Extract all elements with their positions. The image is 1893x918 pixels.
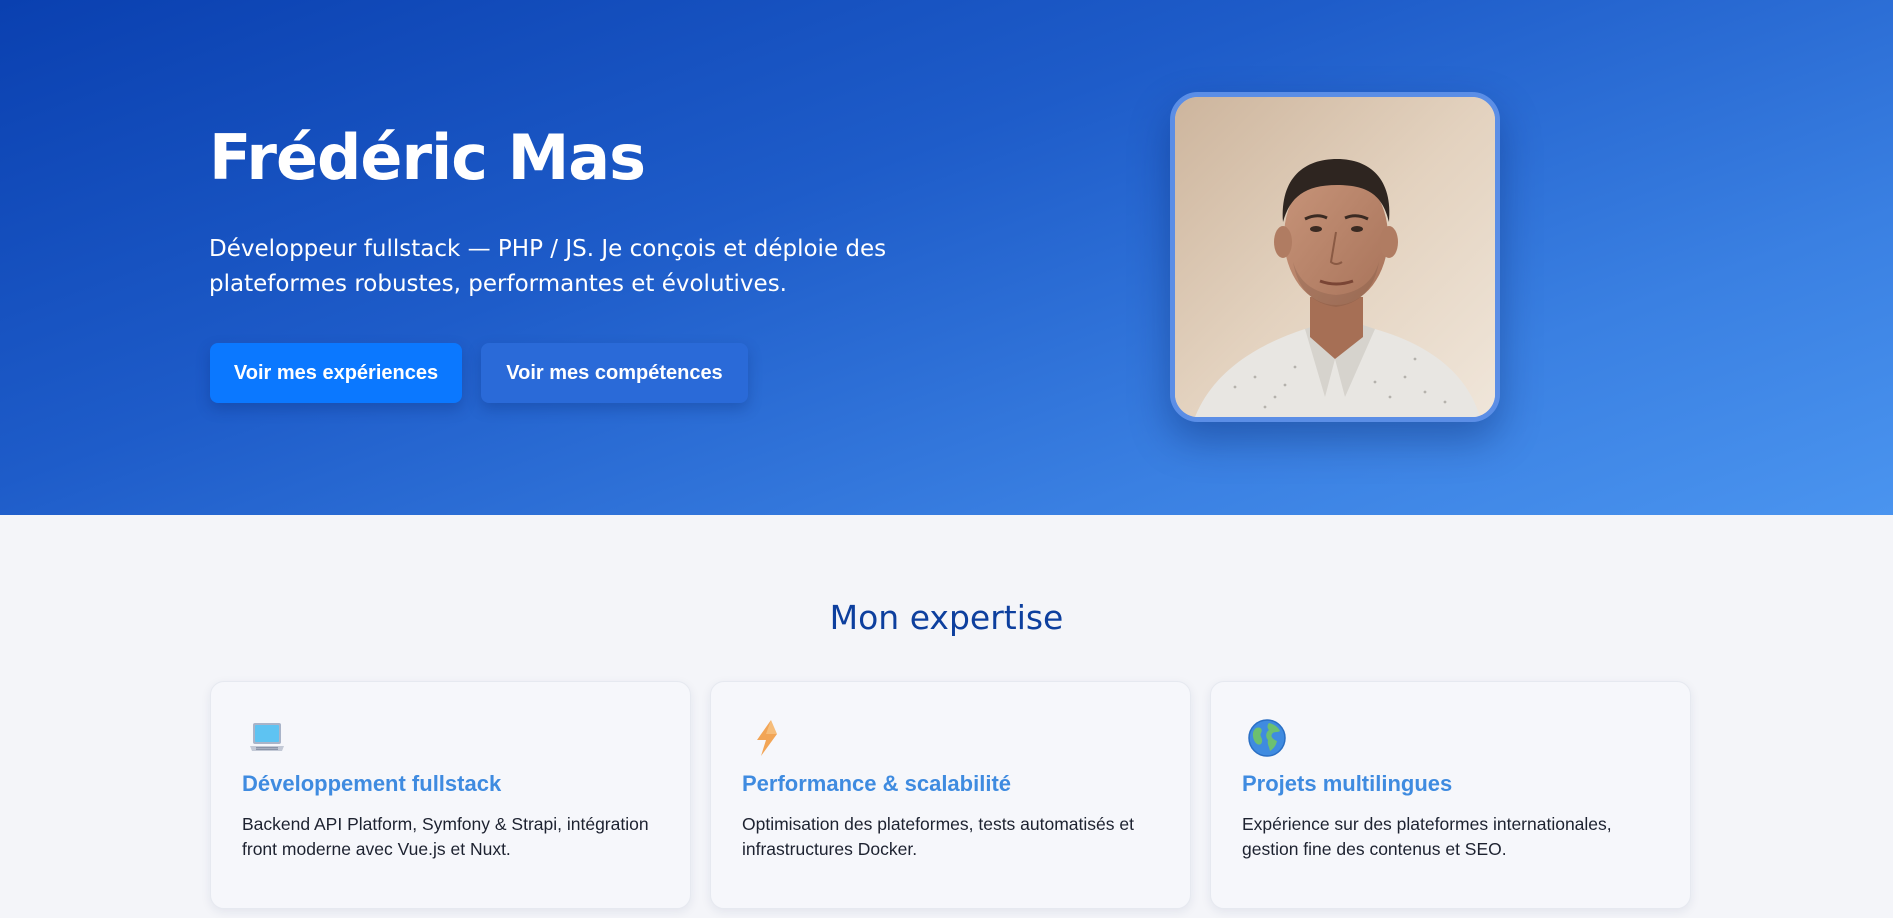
- lightning-icon: [757, 720, 777, 756]
- view-skills-button[interactable]: Voir mes compétences: [481, 343, 748, 403]
- card-description: Optimisation des plateformes, tests auto…: [742, 814, 1134, 859]
- expertise-card-fullstack: Développement fullstack Backend API Plat…: [210, 681, 691, 909]
- card-title: Projets multilingues: [1242, 771, 1453, 796]
- view-experiences-button[interactable]: Voir mes expériences: [210, 343, 462, 403]
- card-title: Performance & scalabilité: [742, 771, 1012, 796]
- expertise-card-performance: Performance & scalabilité Optimisation d…: [710, 681, 1191, 909]
- card-description: Expérience sur des plateformes internati…: [1242, 814, 1612, 859]
- card-title: Développement fullstack: [242, 771, 502, 796]
- card-description: Backend API Platform, Symfony & Strapi, …: [242, 814, 649, 859]
- hero-tagline: Développeur fullstack — PHP / JS. Je con…: [209, 236, 887, 297]
- profile-photo: [1170, 92, 1500, 422]
- expertise-section: Mon expertise Développement fullstack Ba…: [0, 515, 1893, 918]
- portrait-illustration: [1175, 97, 1495, 417]
- globe-icon: [1248, 719, 1286, 757]
- expertise-card-multilingual: Projets multilingues Expérience sur des …: [1210, 681, 1691, 909]
- hero-name: Frédéric Mas: [209, 121, 646, 194]
- laptop-icon: [250, 723, 284, 751]
- section-title: Mon expertise: [829, 598, 1064, 637]
- hero-section: Frédéric Mas Développeur fullstack — PHP…: [0, 0, 1893, 515]
